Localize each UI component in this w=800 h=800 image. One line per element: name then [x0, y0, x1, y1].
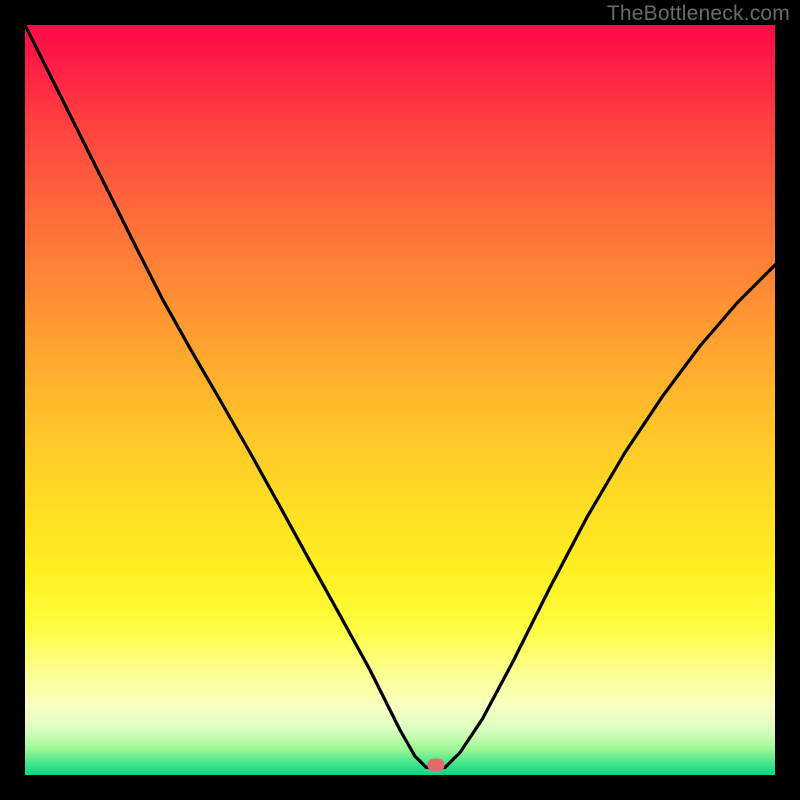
optimal-point-marker — [428, 758, 445, 771]
chart-frame: TheBottleneck.com — [0, 0, 800, 800]
curve-layer — [25, 25, 775, 775]
bottleneck-curve — [25, 25, 775, 768]
watermark-text: TheBottleneck.com — [607, 2, 790, 26]
plot-area — [25, 25, 775, 775]
